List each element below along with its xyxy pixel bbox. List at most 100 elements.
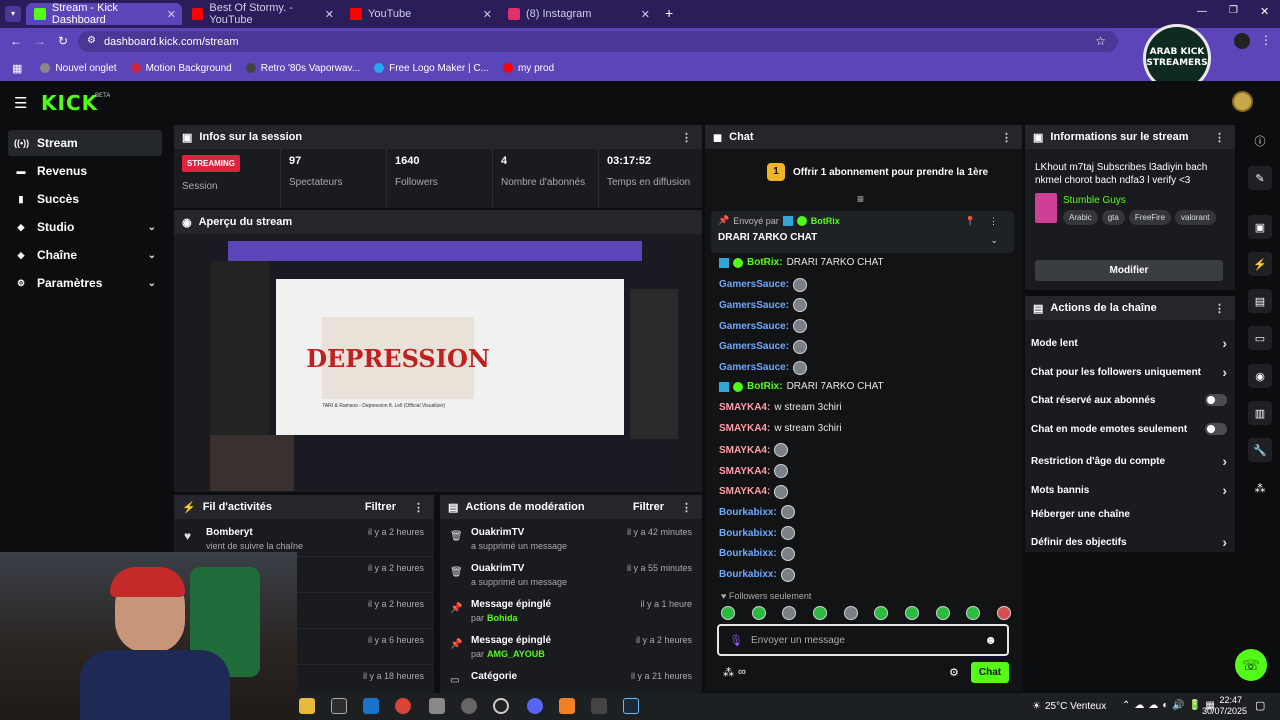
- chat-message[interactable]: SMAYKA4:: [719, 464, 789, 478]
- forward-icon[interactable]: →: [34, 34, 46, 48]
- stream-tag[interactable]: Arabic: [1063, 210, 1098, 225]
- chat-username[interactable]: SMAYKA4:: [719, 466, 770, 477]
- chat-username[interactable]: SMAYKA4:: [719, 486, 770, 497]
- emote-7[interactable]: [904, 606, 919, 620]
- expand-icon[interactable]: ≡: [857, 192, 864, 206]
- moderation-menu-icon[interactable]: ⋮: [681, 501, 692, 514]
- info-side-icon[interactable]: ⓘ: [1248, 129, 1272, 153]
- chat-username[interactable]: Bourkabixx:: [719, 528, 777, 539]
- wrench-side-icon[interactable]: 🔧: [1248, 438, 1272, 462]
- chat-message[interactable]: GamersSauce:: [719, 277, 808, 292]
- emote-5[interactable]: [843, 606, 858, 620]
- discord-icon[interactable]: [527, 698, 543, 714]
- stream-tag[interactable]: FreeFire: [1128, 210, 1172, 225]
- chat-message[interactable]: BotRix: DRARI 7ARKO CHAT: [719, 381, 884, 392]
- channel-action-item[interactable]: Définir des objectifs ›: [1031, 534, 1227, 550]
- channel-action-item[interactable]: Chat pour les followers uniquement ›: [1031, 364, 1227, 380]
- new-tab-button[interactable]: +: [665, 5, 673, 21]
- apps-grid-icon[interactable]: ▦: [12, 62, 22, 75]
- chat-username[interactable]: SMAYKA4:: [719, 402, 770, 413]
- chat-username[interactable]: GamersSauce:: [719, 321, 789, 332]
- chat-message[interactable]: SMAYKA4: w stream 3chiri: [719, 423, 842, 434]
- emoji-icon[interactable]: ☻: [984, 633, 997, 647]
- chat-message[interactable]: GamersSauce:: [719, 339, 808, 354]
- browser-tab[interactable]: YouTube ✕: [342, 3, 498, 25]
- minimize-icon[interactable]: —: [1197, 6, 1207, 17]
- pinned-collapse-icon[interactable]: ⌄: [990, 235, 998, 246]
- emote-1[interactable]: [721, 606, 735, 620]
- xbox-icon[interactable]: [591, 698, 607, 714]
- moderation-row[interactable]: 🗑 OuakrimTV a supprimé un message il y a 55…: [440, 559, 702, 593]
- emote-4[interactable]: [812, 606, 827, 620]
- document-side-icon[interactable]: ▤: [1248, 289, 1272, 313]
- pinned-menu-icon[interactable]: ⋮: [989, 216, 998, 227]
- kick-logo[interactable]: KICK: [41, 91, 98, 115]
- close-window-icon[interactable]: ✕: [1260, 5, 1269, 18]
- restore-icon[interactable]: ❐: [1229, 5, 1238, 16]
- moderation-row[interactable]: 📌 Message épinglé par AMG_AYOUB il y a 2 heu…: [440, 631, 702, 665]
- hamburger-menu-icon[interactable]: ☰: [14, 94, 27, 112]
- photos-icon[interactable]: [429, 698, 445, 714]
- toggle-switch[interactable]: [1205, 423, 1227, 435]
- notification-icon[interactable]: ▢: [1255, 699, 1265, 712]
- menu-dots-icon[interactable]: ⋮: [1260, 33, 1272, 47]
- sidebar-item-succès[interactable]: ▮ Succès: [8, 186, 162, 212]
- emote-2[interactable]: [751, 606, 766, 620]
- session-menu-icon[interactable]: ⋮: [681, 131, 692, 144]
- clip-side-icon[interactable]: ▣: [1248, 215, 1272, 239]
- broadcast-side-icon[interactable]: ◉: [1248, 364, 1272, 388]
- moderation-row[interactable]: 🗑 OuakrimTV a supprimé un message il y a 42…: [440, 523, 702, 557]
- apps-side-icon[interactable]: ⁂: [1248, 476, 1272, 500]
- channel-action-item[interactable]: Restriction d'âge du compte ›: [1031, 453, 1227, 469]
- site-info-icon[interactable]: ⚙: [87, 35, 96, 46]
- user-avatar[interactable]: [1232, 91, 1253, 112]
- tab-close-icon[interactable]: ✕: [641, 8, 650, 21]
- emote-3[interactable]: [782, 606, 797, 620]
- sidebar-item-paramètres[interactable]: ⚙ Paramètres ⌄: [8, 270, 162, 296]
- chat-message[interactable]: SMAYKA4: w stream 3chiri: [719, 402, 842, 413]
- stream-tag[interactable]: valorant: [1175, 210, 1216, 225]
- category-name[interactable]: Stumble Guys: [1063, 195, 1126, 206]
- moderation-filter-button[interactable]: Filtrer: [633, 501, 664, 513]
- tab-close-icon[interactable]: ✕: [167, 8, 176, 21]
- steam-icon[interactable]: [623, 698, 639, 714]
- chat-message[interactable]: Bourkabixx:: [719, 546, 795, 561]
- chrome-icon[interactable]: [395, 698, 411, 714]
- lightning-side-icon[interactable]: ⚡: [1248, 252, 1272, 276]
- chat-side-icon[interactable]: ▭: [1248, 326, 1272, 350]
- chat-username[interactable]: Bourkabixx:: [719, 548, 777, 559]
- tab-close-icon[interactable]: ✕: [483, 8, 492, 21]
- channel-action-item[interactable]: Mots bannis ›: [1031, 482, 1227, 498]
- chat-message[interactable]: GamersSauce:: [719, 298, 808, 313]
- weather-widget[interactable]: ☀ 25°C Venteux: [1032, 701, 1106, 712]
- chat-username[interactable]: GamersSauce:: [719, 341, 789, 352]
- stream-info-menu-icon[interactable]: ⋮: [1214, 131, 1225, 144]
- browser-tab[interactable]: Best Of Stormy. - YouTube ✕: [184, 2, 340, 26]
- taskbar-clock[interactable]: 22:47 30/07/2025: [1202, 695, 1247, 717]
- gift-sub-banner[interactable]: 1 Offrir 1 abonnement pour prendre la 1è…: [767, 163, 988, 181]
- chat-username[interactable]: Bourkabixx:: [719, 569, 777, 580]
- sidebar-item-studio[interactable]: ◆ Studio ⌄: [8, 214, 162, 240]
- mic-icon[interactable]: 🎙: [729, 634, 743, 647]
- calculator-icon[interactable]: [331, 698, 347, 714]
- stream-tag[interactable]: gta: [1101, 210, 1125, 225]
- chat-username[interactable]: BotRix:: [747, 257, 783, 268]
- chat-username[interactable]: GamersSauce:: [719, 300, 789, 311]
- reload-icon[interactable]: ↻: [58, 34, 68, 48]
- emote-6[interactable]: [874, 606, 889, 620]
- channel-action-item[interactable]: Chat en mode emotes seulement: [1031, 423, 1227, 435]
- bookmark-item[interactable]: my prod: [502, 63, 554, 74]
- channel-action-item[interactable]: Mode lent ›: [1031, 335, 1227, 351]
- chat-username[interactable]: GamersSauce:: [719, 362, 789, 373]
- edit-stream-button[interactable]: Modifier: [1035, 260, 1223, 281]
- chat-username[interactable]: SMAYKA4:: [719, 445, 770, 456]
- chat-message[interactable]: SMAYKA4:: [719, 443, 789, 458]
- activity-menu-icon[interactable]: ⋮: [413, 501, 424, 514]
- channel-action-item[interactable]: Héberger une chaîne: [1031, 509, 1227, 520]
- chat-username[interactable]: BotRix:: [747, 381, 783, 392]
- activity-filter-button[interactable]: Filtrer: [365, 501, 396, 513]
- chat-message[interactable]: Bourkabixx:: [719, 567, 795, 582]
- sidebar-item-chaîne[interactable]: ◈ Chaîne ⌄: [8, 242, 162, 268]
- chat-username[interactable]: SMAYKA4:: [719, 423, 770, 434]
- url-field[interactable]: ⚙ dashboard.kick.com/stream ☆: [78, 31, 1118, 52]
